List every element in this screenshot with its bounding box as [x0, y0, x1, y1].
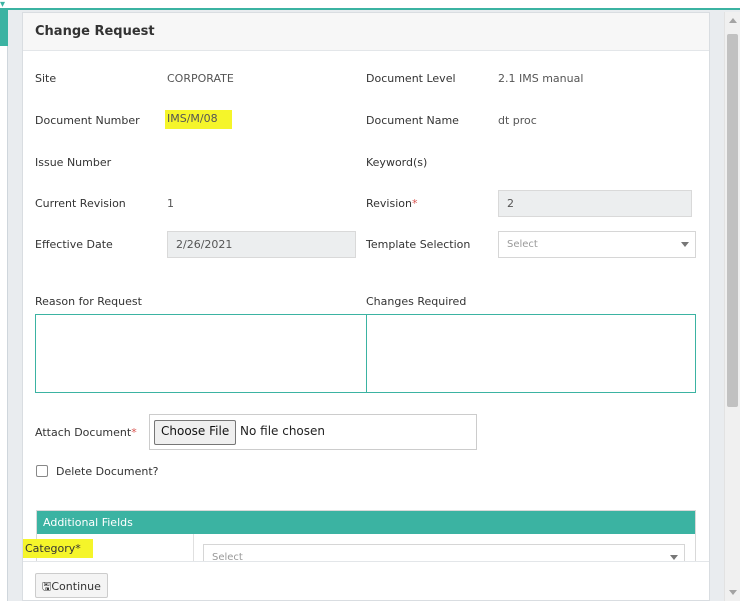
delete-document-checkbox[interactable]: [36, 465, 48, 477]
file-status-text: No file chosen: [240, 424, 326, 438]
required-mark: *: [131, 426, 137, 439]
effective-date-input[interactable]: 2/26/2021: [167, 231, 356, 258]
save-icon: 🖫: [42, 580, 52, 593]
scrollbar-thumb[interactable]: [727, 34, 738, 407]
additional-fields-title: Additional Fields: [43, 516, 133, 529]
document-level-label: Document Level: [366, 72, 456, 85]
continue-button[interactable]: 🖫Continue: [35, 573, 108, 598]
continue-button-label: Continue: [51, 580, 101, 593]
changes-required-textarea[interactable]: [366, 314, 696, 393]
background-left-panel: [0, 10, 8, 601]
additional-fields-header: Additional Fields: [37, 511, 695, 534]
site-label: Site: [35, 72, 57, 85]
attach-document-label: Attach Document*: [35, 426, 137, 439]
reason-for-request-label: Reason for Request: [35, 295, 142, 308]
chevron-down-icon[interactable]: ▾: [0, 0, 5, 10]
current-revision-value: 1: [167, 197, 174, 210]
scroll-down-icon[interactable]: [729, 590, 737, 595]
category-label: Category*: [23, 539, 93, 558]
background-left-tab[interactable]: [0, 10, 8, 46]
choose-file-button[interactable]: Choose File: [154, 420, 237, 445]
attach-document-label-text: Attach Document: [35, 426, 132, 439]
file-input[interactable]: Choose File No file chosen: [149, 414, 477, 450]
document-level-value: 2.1 IMS manual: [498, 72, 584, 85]
scroll-up-icon[interactable]: [729, 18, 737, 23]
document-name-label: Document Name: [366, 114, 459, 127]
modal-footer: 🖫Continue: [23, 561, 709, 600]
template-selection-select[interactable]: Select: [498, 231, 696, 258]
scrollbar[interactable]: [724, 12, 740, 601]
template-selection-label: Template Selection: [366, 238, 471, 251]
chevron-down-icon: [681, 242, 689, 247]
document-number-label: Document Number: [35, 114, 140, 127]
changes-required-label: Changes Required: [366, 295, 467, 308]
document-number-value: IMS/M/08: [165, 110, 232, 129]
modal-title: Change Request: [35, 24, 155, 39]
revision-input[interactable]: 2: [498, 190, 692, 217]
revision-label: Revision*: [366, 197, 417, 210]
issue-number-label: Issue Number: [35, 156, 112, 169]
keywords-label: Keyword(s): [366, 156, 428, 169]
change-request-modal: Change Request Site CORPORATE Document L…: [22, 12, 710, 601]
reason-for-request-textarea[interactable]: [35, 314, 367, 393]
chevron-down-icon: [670, 555, 678, 560]
current-revision-label: Current Revision: [35, 197, 126, 210]
document-number-highlight: IMS/M/08: [165, 110, 232, 129]
background-top-bar: [0, 0, 740, 10]
modal-header: Change Request: [23, 13, 709, 51]
document-name-value: dt proc: [498, 114, 537, 127]
additional-fields-panel: Additional Fields Select: [36, 510, 696, 565]
site-value: CORPORATE: [167, 72, 234, 85]
page: ▾ Change Request Site CORPORATE Document…: [0, 0, 740, 601]
revision-label-text: Revision: [366, 197, 412, 210]
template-selection-placeholder: Select: [507, 239, 538, 250]
required-mark: *: [411, 197, 418, 210]
effective-date-label: Effective Date: [35, 238, 113, 251]
delete-document-label: Delete Document?: [56, 465, 159, 478]
